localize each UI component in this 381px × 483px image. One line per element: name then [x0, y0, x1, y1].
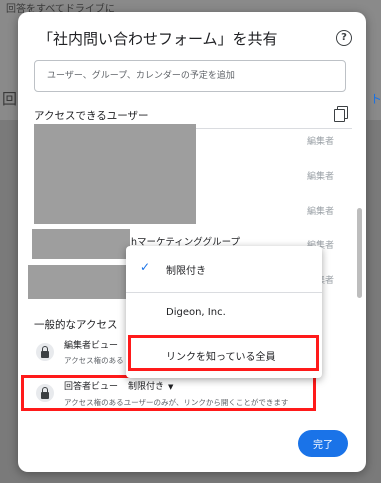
menu-item-organization[interactable]: Digeon, Inc. — [126, 293, 322, 335]
user-role[interactable]: 編集者 — [307, 134, 334, 147]
background-text-right: ト — [370, 92, 381, 106]
background-text-left: 回 — [2, 90, 18, 108]
editor-view-desc: アクセス権のある — [64, 356, 124, 365]
responder-access-dropdown[interactable]: 制限付き ▼ — [128, 379, 173, 392]
help-icon[interactable]: ? — [336, 30, 352, 46]
editor-view-label: 編集者ビュー — [64, 341, 119, 351]
user-role[interactable]: 編集者 — [307, 169, 334, 182]
check-icon: ✓ — [140, 260, 151, 274]
menu-item-restricted[interactable]: ✓ 制限付き — [126, 246, 322, 292]
done-button[interactable]: 完了 — [298, 430, 348, 457]
share-dialog: 「社内問い合わせフォーム」を共有 ? アクセスできるユーザー 編集者 編集者 編… — [18, 12, 366, 472]
menu-item-label: リンクを知っている全員 — [166, 352, 276, 363]
lock-icon — [36, 343, 54, 361]
menu-item-label: 制限付き — [166, 266, 206, 277]
responder-view-label: 回答者ビュー — [64, 382, 119, 392]
copy-icon[interactable] — [334, 106, 348, 122]
redacted-user — [28, 265, 128, 299]
scrollbar[interactable] — [357, 208, 362, 298]
access-users-title: アクセスできるユーザー — [34, 110, 149, 122]
user-role[interactable]: 編集者 — [307, 204, 334, 217]
lock-icon — [36, 384, 54, 402]
caret-down-icon: ▼ — [168, 383, 174, 391]
responder-view-desc: アクセス権のあるユーザーのみが、リンクから開くことができます — [64, 398, 289, 407]
menu-item-anyone-with-link[interactable]: リンクを知っている全員 — [126, 335, 322, 375]
redacted-group-name — [32, 229, 130, 259]
add-people-input[interactable] — [34, 60, 346, 92]
menu-item-label: Digeon, Inc. — [166, 307, 226, 318]
general-access-title: 一般的なアクセス — [34, 319, 118, 331]
dialog-title: 「社内問い合わせフォーム」を共有 — [38, 30, 278, 48]
access-dropdown-menu: ✓ 制限付き Digeon, Inc. リンクを知っている全員 — [126, 246, 322, 378]
responder-access-value: 制限付き — [128, 382, 165, 392]
redacted-user-avatar — [34, 124, 196, 224]
